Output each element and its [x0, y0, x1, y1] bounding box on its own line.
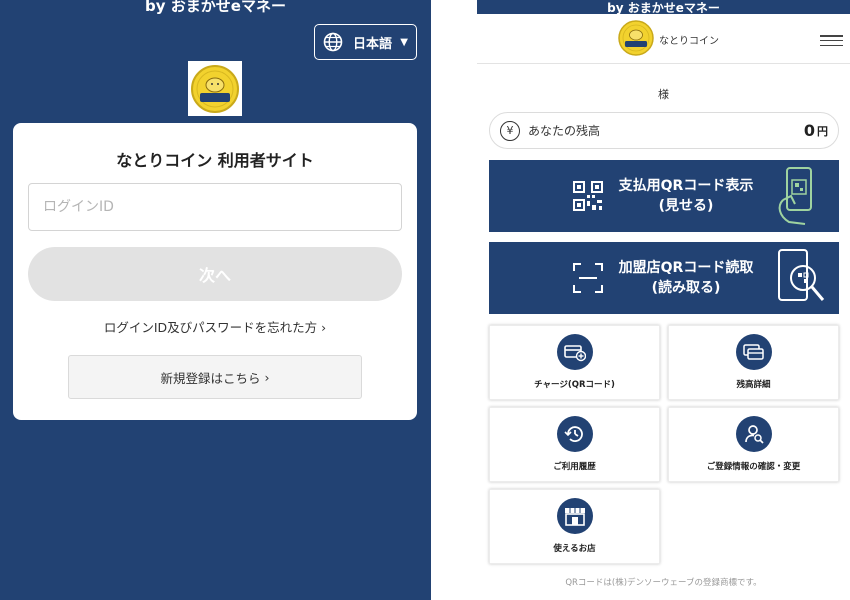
store-icon — [556, 498, 593, 534]
forgot-credentials-label: ログインID及びパスワードを忘れた方 — [103, 320, 318, 335]
globe-icon — [323, 32, 343, 52]
tile-usage-history[interactable]: ご利用履歴 — [489, 407, 660, 482]
coin-logo-icon — [618, 20, 654, 56]
login-title: なとりコイン 利用者サイト — [116, 151, 314, 170]
balance-label: あなたの残高 — [528, 124, 601, 138]
scan-merchant-qr-line2: (読み取る) — [651, 280, 721, 296]
caret-down-icon: ▼ — [400, 36, 408, 48]
scan-frame-icon — [573, 263, 603, 293]
language-select[interactable]: 日本語 ▼ — [314, 24, 417, 60]
balance-card: ¥ あなたの残高 0 円 — [489, 112, 839, 149]
chevron-right-icon: › — [321, 320, 327, 335]
brand-text: by おまかせeマネー — [145, 0, 286, 15]
scan-merchant-qr-label: 加盟店QRコード読取 (読み取る) — [601, 242, 771, 314]
history-icon — [556, 416, 593, 452]
coin-logo-icon — [191, 64, 239, 113]
tile-stores[interactable]: 使えるお店 — [489, 489, 660, 564]
qr-code-icon — [573, 181, 603, 211]
charge-card-icon — [556, 334, 593, 370]
balance-amount: 0 — [803, 121, 815, 140]
language-label: 日本語 — [353, 36, 393, 52]
login-screen: by おまかせeマネー 日本語 ▼ なとりコイン 利用者サイト ログインID 次… — [0, 0, 431, 600]
show-payment-qr-line1: 支払用QRコード表示 — [618, 178, 754, 194]
menu-icon[interactable] — [820, 35, 843, 46]
brand-bar: by おまかせeマネー — [477, 0, 850, 14]
chevron-right-icon: › — [260, 369, 270, 385]
register-button[interactable]: 新規登録はこちら › — [68, 355, 362, 399]
cards-icon — [735, 334, 772, 370]
header: なとりコイン — [477, 14, 850, 64]
balance-unit: 円 — [817, 124, 828, 138]
yen-icon: ¥ — [500, 120, 520, 141]
phone-in-hand-icon — [778, 167, 812, 225]
tile-usage-history-label: ご利用履歴 — [553, 462, 596, 472]
tile-stores-label: 使えるお店 — [553, 544, 596, 554]
screen-pair: by おまかせeマネー 日本語 ▼ なとりコイン 利用者サイト ログインID 次… — [0, 0, 850, 600]
user-search-icon — [735, 416, 772, 452]
app-name: なとりコイン — [659, 36, 719, 47]
tile-balance-detail[interactable]: 残高詳細 — [668, 325, 839, 400]
phone-magnifier-icon — [778, 249, 825, 301]
register-label: 新規登録はこちら — [160, 370, 261, 386]
scan-merchant-qr-button[interactable]: 加盟店QRコード読取 (読み取る) — [489, 242, 839, 314]
tile-registration-info-label: ご登録情報の確認・変更 — [706, 462, 801, 472]
tile-registration-info[interactable]: ご登録情報の確認・変更 — [668, 407, 839, 482]
login-card: なとりコイン 利用者サイト 次へ ログインID及びパスワードを忘れた方 › 新規… — [13, 123, 417, 420]
tile-charge[interactable]: チャージ(QRコード) — [489, 325, 660, 400]
show-payment-qr-line2: (見せる) — [658, 198, 714, 214]
forgot-credentials-link[interactable]: ログインID及びパスワードを忘れた方 › — [13, 317, 417, 336]
tile-charge-label: チャージ(QRコード) — [534, 380, 615, 390]
home-screen: by おまかせeマネー なとりコイン 様 ¥ あなたの残高 0 円 支払用QRコ… — [477, 0, 850, 600]
tile-balance-detail-label: 残高詳細 — [736, 380, 771, 390]
show-payment-qr-label: 支払用QRコード表示 (見せる) — [601, 160, 771, 232]
trademark-note: QRコードは(株)デンソーウェーブの登録商標です。 — [565, 578, 762, 588]
user-greeting: 様 — [658, 88, 669, 101]
login-id-input[interactable] — [28, 183, 402, 231]
show-payment-qr-button[interactable]: 支払用QRコード表示 (見せる) — [489, 160, 839, 232]
next-button[interactable]: 次へ — [28, 247, 402, 301]
scan-merchant-qr-line1: 加盟店QRコード読取 — [618, 260, 754, 276]
coin-logo — [188, 61, 242, 116]
